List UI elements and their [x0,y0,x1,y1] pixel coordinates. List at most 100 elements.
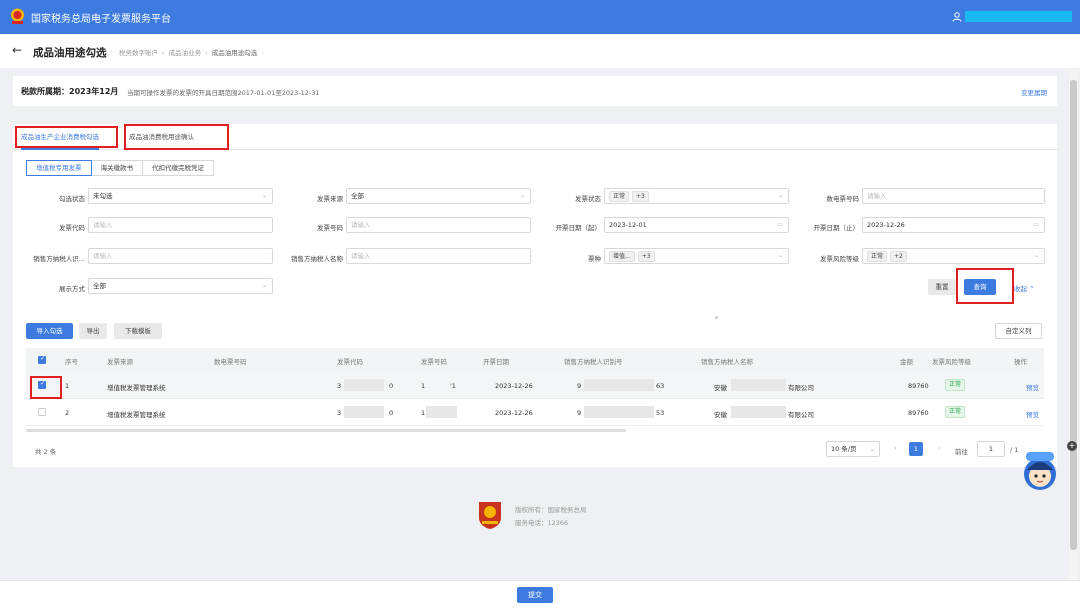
row-seller-tax-id-tail: 63 [656,382,665,390]
table-row[interactable]: 1 增值税发票管理系统 3 0 1 '1 2023-12-26 9 63 安徽 … [26,372,1044,399]
row-source: 增值税发票管理系统 [107,384,166,392]
subtab-withholding-certificate[interactable]: 代扣代缴完税凭证 [142,160,214,176]
breadcrumb: 税务数字账户 › 成品油业务 › 成品油用途勾选 [119,47,257,57]
invoice-no-input[interactable]: 请输入 [346,217,531,233]
seller-name-placeholder: 请输入 [351,252,371,260]
calendar-icon: ▭ [777,221,783,228]
row-invoice-code-tail: 0 [389,382,394,390]
tab-consumption-tax-check[interactable]: 成品油生产企业消费税勾选 [21,130,99,150]
display-mode-select[interactable]: 全部 ⌄ [88,278,273,294]
breadcrumb-item[interactable]: 成品油业务 [169,49,202,57]
invoice-status-more-tag: +3 [632,190,649,202]
goto-page-input[interactable]: 1 [977,441,1005,457]
calendar-icon: ▭ [1033,221,1039,228]
user-icon[interactable] [952,12,962,22]
subtab-customs-payment[interactable]: 海关缴款书 [90,160,143,176]
subtab-vat-special-invoice[interactable]: 增值税专用发票 [26,160,92,176]
risk-level-select[interactable]: 正常 +2 ⌄ [862,248,1045,264]
redacted-value [344,379,384,391]
row-invoice-code-tail: 0 [389,409,394,417]
table-row[interactable]: 2 增值税发票管理系统 3 0 1 2023-12-26 9 53 安徽 有限公… [26,399,1044,426]
invoice-source-value: 全部 [351,192,364,200]
next-page-icon[interactable]: › [938,444,941,452]
issue-date-end-input[interactable]: 2023-12-26 ▭ [862,217,1045,233]
assistant-avatar-icon[interactable] [1018,448,1062,492]
row-issue-date: 2023-12-26 [495,409,533,417]
risk-level-label: 发票风险等级 [820,255,859,263]
prev-page-icon[interactable]: ‹ [894,444,897,452]
row-checkbox[interactable] [38,408,46,416]
import-check-button[interactable]: 导入勾选 [26,323,73,339]
issue-date-start-input[interactable]: 2023-12-01 ▭ [604,217,789,233]
row-source: 增值税发票管理系统 [107,411,166,419]
back-arrow-icon[interactable]: ← [12,43,22,57]
page-size-select[interactable]: 10 条/页 ⌄ [826,441,880,457]
invoice-source-select[interactable]: 全部 ⌄ [346,188,531,204]
horizontal-scrollbar[interactable] [26,429,626,432]
seller-tax-id-placeholder: 请输入 [93,252,113,260]
query-button[interactable]: 查询 [964,279,996,295]
breadcrumb-separator: › [162,49,165,57]
issue-date-end-label: 开票日期（止） [813,224,860,232]
redacted-value [584,379,654,391]
seller-tax-id-input[interactable]: 请输入 [88,248,273,264]
tab-consumption-tax-confirm[interactable]: 成品油消费税用途确认 [129,130,194,144]
tax-bureau-logo-icon [479,502,501,529]
reset-button[interactable]: 重置 [928,279,956,295]
goto-label: 前往 [955,448,968,456]
custom-columns-button[interactable]: 自定义列 [995,323,1042,339]
expand-icon[interactable]: + [1067,441,1077,451]
tax-emblem-icon [11,8,24,24]
col-invoice-no: 发票号码 [421,358,447,366]
submit-button[interactable]: 提交 [517,587,553,603]
top-bar: 国家税务总局电子发票服务平台 [0,0,1080,34]
col-source: 发票来源 [107,358,133,366]
chevron-up-icon: ⌃ [1027,285,1035,293]
current-page-button[interactable]: 1 [909,442,923,456]
breadcrumb-item[interactable]: 税务数字账户 [119,49,158,57]
tax-period-description: 当期可操作发票的发票的开具日期范围2017-01-01至2023-12-31 [127,89,320,97]
invoice-status-select[interactable]: 正常 +3 ⌄ [604,188,789,204]
row-checkbox[interactable] [38,380,46,389]
redacted-value [731,406,786,418]
breadcrumb-current: 成品油用途勾选 [211,49,258,57]
row-seller-tax-id-head: 9 [577,409,582,417]
row-seller-name-tail: 有限公司 [788,411,814,419]
redacted-value [584,406,654,418]
scrollbar-thumb[interactable] [1070,80,1077,550]
digital-invoice-no-placeholder: 请输入 [867,192,887,200]
check-status-select[interactable]: 未勾选 ⌄ [88,188,273,204]
table-header: 序号 发票来源 数电票号码 发票代码 发票号码 开票日期 销售方纳税人识别号 销… [26,348,1044,372]
chevron-down-icon: ⌄ [777,192,783,199]
page-header: ← 成品油用途勾选 税务数字账户 › 成品油业务 › 成品油用途勾选 [0,34,1080,68]
user-name-redacted[interactable] [965,11,1072,22]
ticket-type-select[interactable]: 增值... +3 ⌄ [604,248,789,264]
download-template-button[interactable]: 下载模板 [114,323,162,339]
row-invoice-no-head: 1 [421,382,426,390]
col-invoice-code: 发票代码 [337,358,363,366]
risk-level-more-tag: +2 [890,250,907,262]
select-all-checkbox[interactable] [38,355,46,364]
chevron-down-icon: ⌄ [1033,252,1039,259]
col-issue-date: 开票日期 [483,358,509,366]
seller-tax-id-label: 销售方纳税人识... [33,255,85,263]
row-invoice-no-head: 1 [421,409,426,417]
digital-invoice-no-input[interactable]: 请输入 [862,188,1045,204]
ticket-type-more-tag: +3 [637,250,655,262]
row-invoice-code-head: 3 [337,409,342,417]
change-period-link[interactable]: 变更属期 [1021,87,1047,97]
footer-copyright: 版权所有：国家税务总局 [515,506,587,514]
row-invoice-no-tail: '1 [450,382,456,390]
invoice-code-input[interactable]: 请输入 [88,217,273,233]
redacted-value [731,379,786,391]
redacted-value [426,406,457,418]
preview-link[interactable]: 预览 [1026,382,1039,392]
col-seller-name: 销售方纳税人名称 [701,358,753,366]
redacted-value [344,406,384,418]
preview-link[interactable]: 预览 [1026,409,1039,419]
collapse-link[interactable]: 收起 ⌃ [1014,283,1035,293]
seller-name-input[interactable]: 请输入 [346,248,531,264]
issue-date-start-label: 开票日期（起） [555,224,602,232]
export-button[interactable]: 导出 [79,323,107,339]
page-scrollbar[interactable] [1069,70,1078,580]
